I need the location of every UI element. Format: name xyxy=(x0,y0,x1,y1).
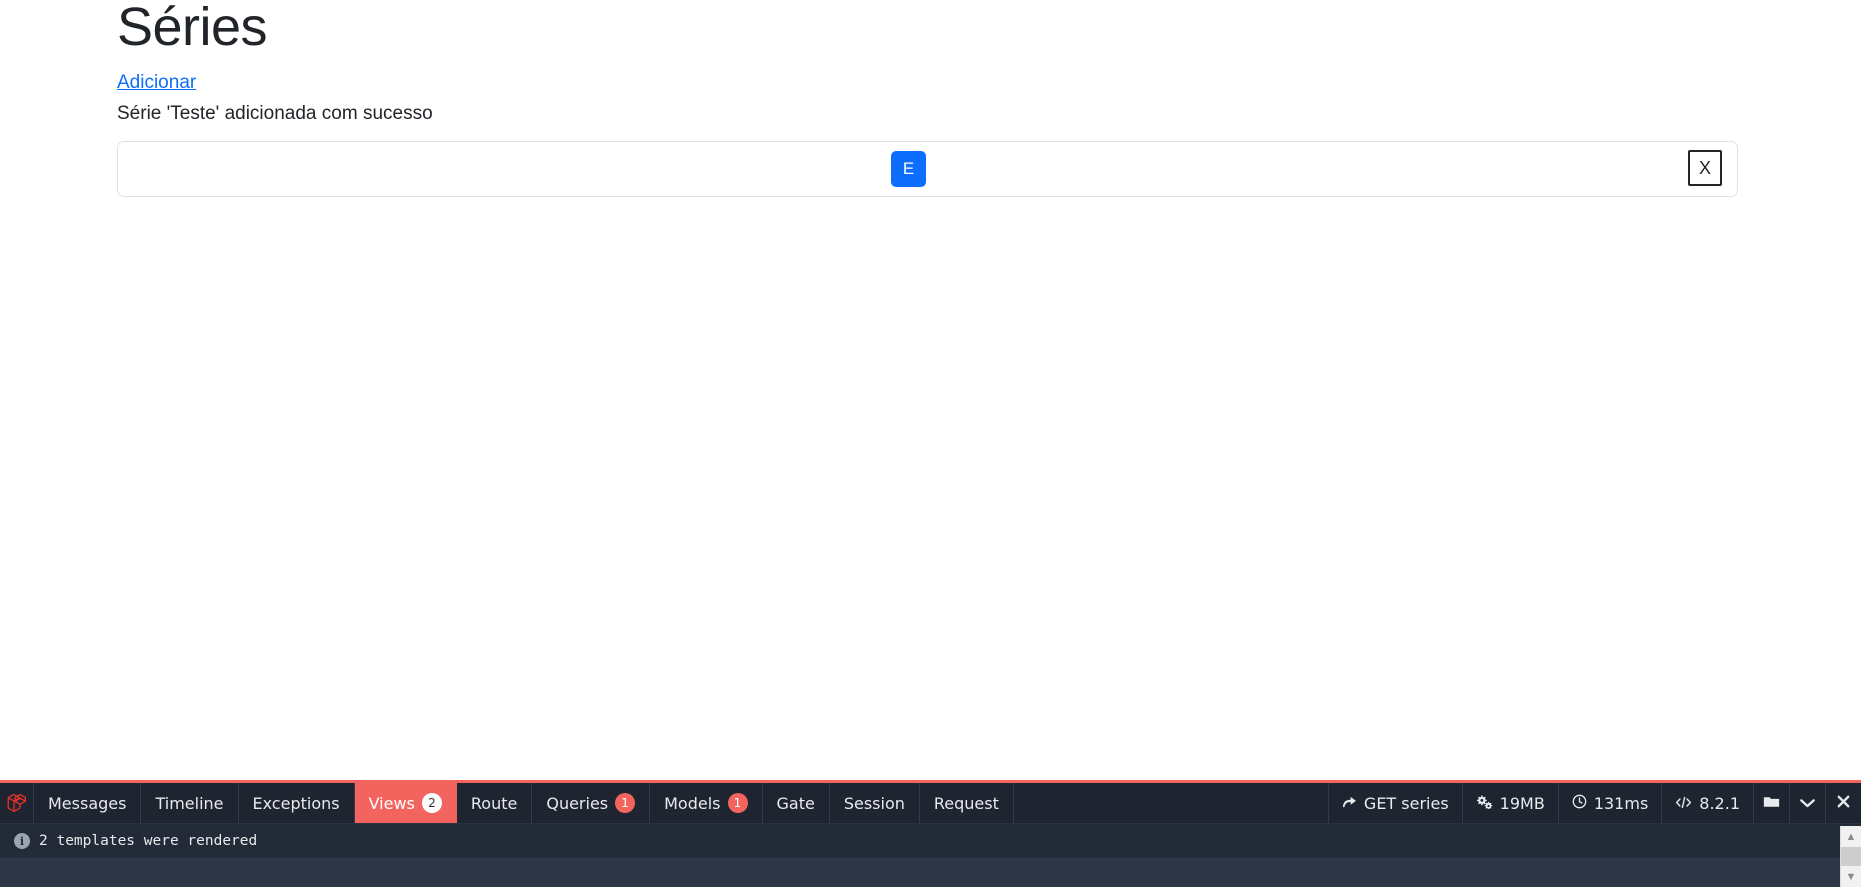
add-series-link[interactable]: Adicionar xyxy=(117,72,196,93)
tab-badge: 1 xyxy=(615,793,636,813)
debugbar-panel-views: i 2 templates were rendered xyxy=(0,824,1861,887)
clock-icon xyxy=(1572,794,1587,813)
flash-message: Série 'Teste' adicionada com sucesso xyxy=(117,102,433,124)
stat-label: GET series xyxy=(1363,793,1449,813)
tab-timeline[interactable]: Timeline xyxy=(141,783,239,823)
tab-label: Queries xyxy=(546,793,609,813)
tab-models[interactable]: Models 1 xyxy=(650,783,763,823)
stat-time[interactable]: 131ms xyxy=(1557,783,1661,823)
debugbar-tabs: Messages Timeline Exceptions Views 2 Rou… xyxy=(34,783,1328,823)
arrow-turn-right-icon xyxy=(1342,794,1357,813)
laravel-debugbar: Messages Timeline Exceptions Views 2 Rou… xyxy=(0,780,1861,887)
list-item: E X xyxy=(118,142,1737,196)
info-icon: i xyxy=(14,833,30,849)
panel-detail-row[interactable] xyxy=(0,859,1861,887)
tab-badge: 1 xyxy=(727,793,748,813)
close-icon xyxy=(1836,794,1851,813)
stat-memory[interactable]: 19MB xyxy=(1461,783,1558,823)
stat-php-version[interactable]: 8.2.1 xyxy=(1661,783,1753,823)
page-title: Séries xyxy=(117,0,268,57)
tab-session[interactable]: Session xyxy=(830,783,920,823)
vertical-scrollbar[interactable]: ▲ ▼ xyxy=(1840,826,1861,887)
code-icon xyxy=(1675,794,1692,813)
delete-series-button[interactable]: X xyxy=(1688,150,1722,187)
tab-label: Timeline xyxy=(155,793,224,813)
tab-label: Exceptions xyxy=(252,793,340,813)
panel-summary-row: i 2 templates were rendered xyxy=(0,824,1861,859)
minimize-button[interactable] xyxy=(1789,783,1825,823)
tab-label: Views xyxy=(368,793,415,813)
tab-label: Messages xyxy=(48,793,127,813)
stat-label: 19MB xyxy=(1499,793,1545,813)
folder-icon xyxy=(1763,794,1780,813)
panel-summary-text: 2 templates were rendered xyxy=(39,833,258,849)
tab-route[interactable]: Route xyxy=(457,783,533,823)
stat-label: 131ms xyxy=(1593,793,1649,813)
tab-gate[interactable]: Gate xyxy=(763,783,830,823)
browser-viewport: Séries Adicionar Série 'Teste' adicionad… xyxy=(0,0,1861,887)
open-folder-button[interactable] xyxy=(1753,783,1789,823)
scrollbar-thumb[interactable] xyxy=(1841,847,1861,866)
tab-label: Route xyxy=(470,793,518,813)
debugbar-header: Messages Timeline Exceptions Views 2 Rou… xyxy=(0,783,1861,824)
tab-label: Request xyxy=(933,793,999,813)
debugbar-stats: GET series 19MB 131ms 8.2.1 xyxy=(1327,783,1861,823)
tab-label: Gate xyxy=(776,793,815,813)
add-link-row: Adicionar xyxy=(117,72,1840,95)
edit-series-button[interactable]: E xyxy=(891,151,926,188)
tab-label: Models xyxy=(664,793,721,813)
chevron-down-icon xyxy=(1799,794,1816,813)
series-list: E X xyxy=(117,141,1738,198)
stat-request-method[interactable]: GET series xyxy=(1327,783,1462,823)
scroll-down-button[interactable]: ▼ xyxy=(1841,866,1861,887)
scroll-up-button[interactable]: ▲ xyxy=(1841,826,1861,847)
tab-queries[interactable]: Queries 1 xyxy=(532,783,651,823)
tab-request[interactable]: Request xyxy=(920,783,1014,823)
main-content: Séries Adicionar Série 'Teste' adicionad… xyxy=(0,0,1840,198)
tab-messages[interactable]: Messages xyxy=(34,783,142,823)
close-debugbar-button[interactable] xyxy=(1825,783,1861,823)
tab-views[interactable]: Views 2 xyxy=(354,783,457,823)
tab-label: Session xyxy=(843,793,905,813)
gears-icon xyxy=(1476,794,1493,813)
stat-label: 8.2.1 xyxy=(1699,793,1740,813)
tab-exceptions[interactable]: Exceptions xyxy=(239,783,355,823)
laravel-logo-icon[interactable] xyxy=(0,783,34,823)
tab-badge: 2 xyxy=(421,793,442,813)
